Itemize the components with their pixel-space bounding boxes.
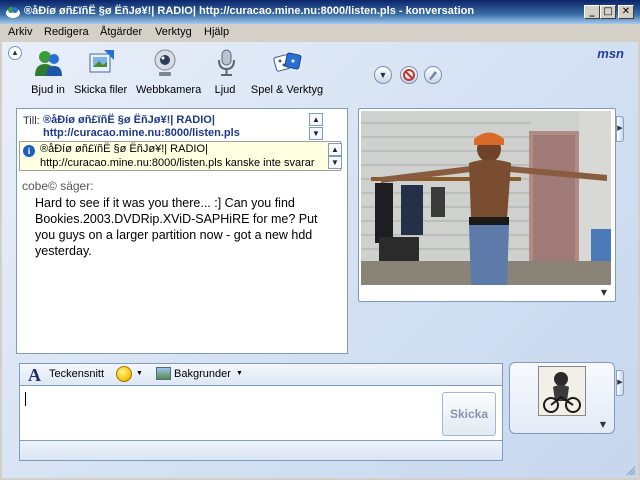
backgrounds-dropdown[interactable]: ▼ [236,370,243,377]
own-picture-chevron[interactable]: ▼ [600,420,606,429]
send-files-label: Skicka filer [74,84,128,96]
resize-grip[interactable] [624,464,636,476]
text-caret [25,392,26,406]
conversation-panel: Till: ®åÐíø øñ£ïñË §ø ËñJø¥!| RADIO| htt… [16,108,348,354]
audio-label: Ljud [214,84,236,96]
toolbar-collapse-button[interactable]: ▲ [8,46,22,60]
info-icon: i [23,145,35,157]
minimize-button[interactable]: _ [584,5,600,19]
send-files-button[interactable]: Skicka filer [74,48,128,96]
theme-button[interactable] [424,66,442,84]
menu-verktyg[interactable]: Verktyg [155,26,192,38]
menu-atgarder[interactable]: Åtgärder [100,26,142,38]
send-button[interactable]: Skicka [442,392,496,436]
games-tools-label: Spel & Verktyg [250,84,324,96]
collapse-contact-panel[interactable]: ▶ [616,116,624,142]
compose-status-bar [19,441,503,461]
menu-redigera[interactable]: Redigera [44,26,89,38]
games-icon [273,52,302,72]
menu-bar: Arkiv Redigera Åtgärder Verktyg Hjälp [0,24,640,42]
contact-photo-image [361,111,611,285]
background-icon[interactable] [156,367,171,380]
invite-button[interactable]: Bjud in [30,48,66,96]
emoticon-dropdown[interactable]: ▼ [136,370,143,377]
picture-options-chevron[interactable]: ▼ [601,288,607,297]
options-dropdown-button[interactable]: ▼ [374,66,392,84]
contact-picture-frame: ▼ [358,108,616,302]
chevron-down-icon: ▼ [378,70,388,80]
recipient-scroll-down[interactable]: ▼ [309,127,323,140]
webcam-button[interactable]: Webbkamera [136,48,202,96]
audio-button[interactable]: Ljud [210,48,240,96]
info-scroll-down[interactable]: ▼ [328,156,342,169]
block-icon [403,69,415,81]
info-line-1: ®åÐíø øñ£ïñË §ø ËñJø¥!| RADIO| [40,143,208,155]
menu-hjalp[interactable]: Hjälp [204,26,229,38]
font-icon[interactable]: A [28,365,41,386]
webcam-label: Webbkamera [136,84,202,96]
info-bar: i ®åÐíø øñ£ïñË §ø ËñJø¥!| RADIO| http://… [19,141,342,171]
message-text: Hard to see if it was you there... :] Ca… [35,196,318,258]
recipient-name: ®åÐíø øñ£ïñË §ø ËñJø¥!| RADIO| http://cu… [43,114,240,139]
compose-toolbar: A Teckensnitt ▼ Bakgrunder ▼ [19,363,503,385]
invite-label: Bjud in [31,84,65,96]
own-picture-panel: ▼ [509,362,615,434]
invite-icon [35,51,62,76]
info-line-2: http://curacao.mine.nu:8000/listen.pls k… [40,157,315,169]
msn-app-icon[interactable] [5,4,21,20]
recipient-scroll-up[interactable]: ▲ [309,113,323,126]
close-button[interactable]: ✕ [618,5,634,19]
title-bar: ®åÐíø øñ£ïñË §ø ËñJø¥!| RADIO| http://cu… [0,0,640,24]
conversation-window: ▲ Bjud in Skicka filer Webbkamera Ljud S… [2,42,638,478]
send-files-icon [89,50,114,73]
contact-photo [361,111,611,285]
window-title: ®åÐíø øñ£ïñË §ø ËñJø¥!| RADIO| http://cu… [24,5,475,17]
message-input[interactable]: Skicka [19,385,503,441]
message-sender: cobe© säger: [22,179,94,193]
emoticon-icon[interactable] [116,366,132,382]
brush-icon [429,71,437,80]
games-tools-button[interactable]: Spel & Verktyg [250,48,324,96]
block-button[interactable] [400,66,418,84]
menu-arkiv[interactable]: Arkiv [8,26,32,38]
info-scroll-up[interactable]: ▲ [328,143,342,156]
backgrounds-label[interactable]: Bakgrunder [174,368,231,380]
microphone-icon [218,49,235,76]
collapse-own-picture[interactable]: ▶ [616,370,624,396]
font-label[interactable]: Teckensnitt [49,368,104,380]
webcam-icon [154,49,176,76]
avatar-image [539,367,585,415]
msn-logo: msn [597,46,624,61]
own-avatar[interactable] [538,366,586,416]
to-label: Till: [23,115,40,127]
maximize-button[interactable]: □ [600,5,616,19]
